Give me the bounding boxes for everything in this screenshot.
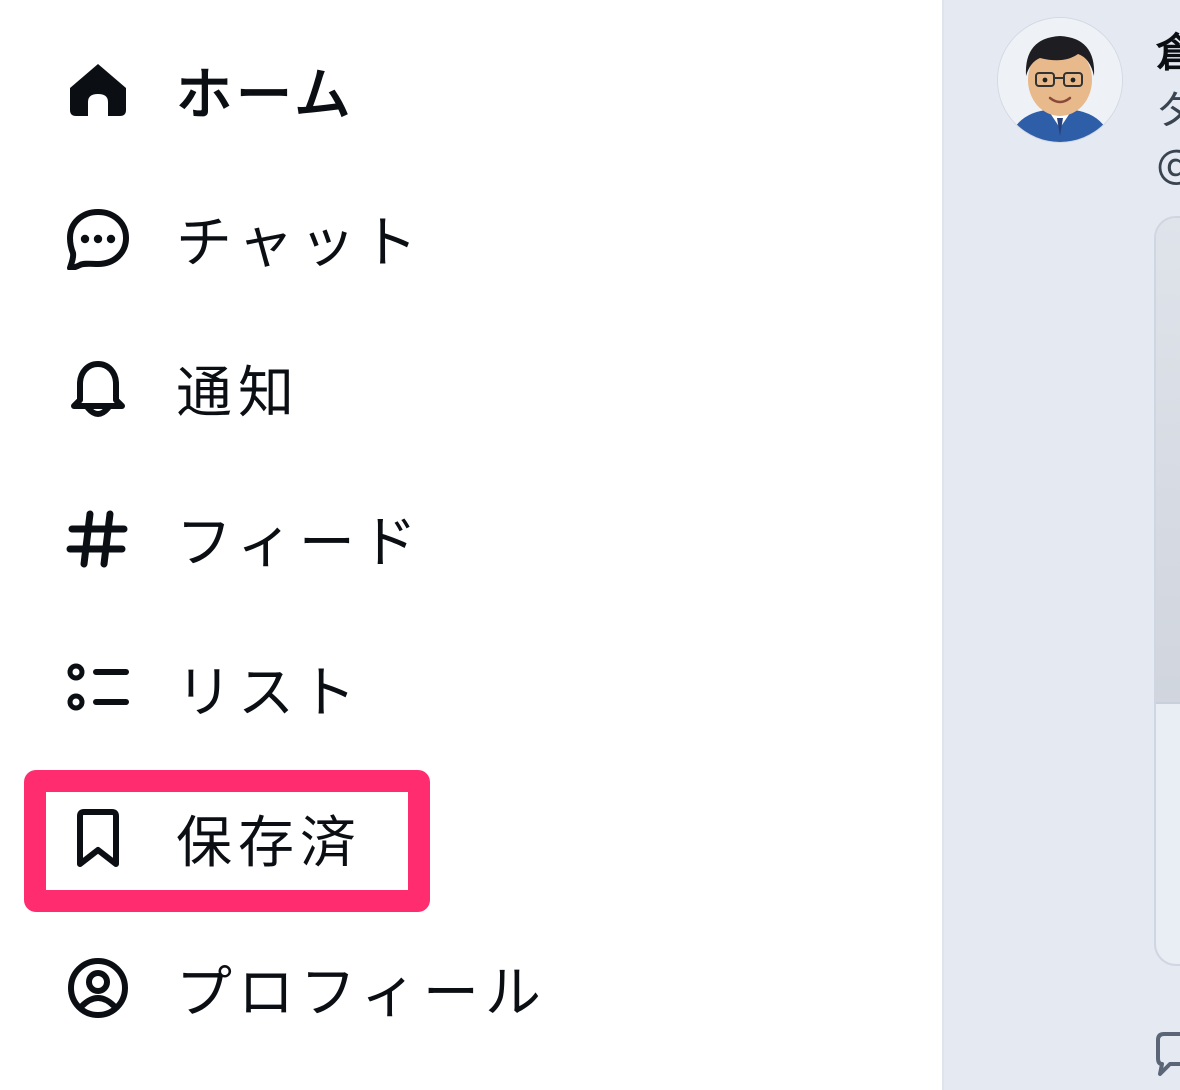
embed-card[interactable] xyxy=(1154,216,1180,966)
post-handle[interactable]: @ xyxy=(1156,142,1180,188)
nav-label-lists: リスト xyxy=(176,660,362,726)
nav-label-notifications: 通知 xyxy=(176,360,300,426)
nav-item-feeds[interactable]: フィード xyxy=(66,498,423,578)
nav-label-chat: チャット xyxy=(176,210,424,276)
nav-label-home: ホーム xyxy=(176,62,355,128)
post-text: タ xyxy=(1156,88,1180,134)
embed-divider xyxy=(1156,702,1180,704)
nav-label-profile: プロフィール xyxy=(176,960,547,1026)
chat-bubble-icon xyxy=(66,206,130,270)
nav-label-feeds: フィード xyxy=(176,510,423,576)
sidebar-nav: ホーム チャット 通知 フィード リスト 保存済 プロフィール xyxy=(0,0,942,1090)
nav-item-notifications[interactable]: 通知 xyxy=(66,348,300,428)
feed-column: 倉 タ @ xyxy=(944,0,1180,1090)
hash-icon xyxy=(66,506,130,570)
bell-icon xyxy=(66,356,130,420)
reply-icon[interactable] xyxy=(1154,1030,1180,1078)
avatar[interactable] xyxy=(998,18,1122,142)
nav-item-chat[interactable]: チャット xyxy=(66,198,423,278)
list-icon xyxy=(66,656,130,720)
post-author-name[interactable]: 倉 xyxy=(1156,20,1180,78)
nav-item-home[interactable]: ホーム xyxy=(66,50,354,130)
home-icon xyxy=(66,58,130,122)
nav-item-lists[interactable]: リスト xyxy=(66,648,362,728)
user-circle-icon xyxy=(66,956,130,1020)
saved-highlight-box xyxy=(24,770,430,912)
embed-image xyxy=(1156,218,1180,702)
nav-item-profile[interactable]: プロフィール xyxy=(66,948,547,1028)
